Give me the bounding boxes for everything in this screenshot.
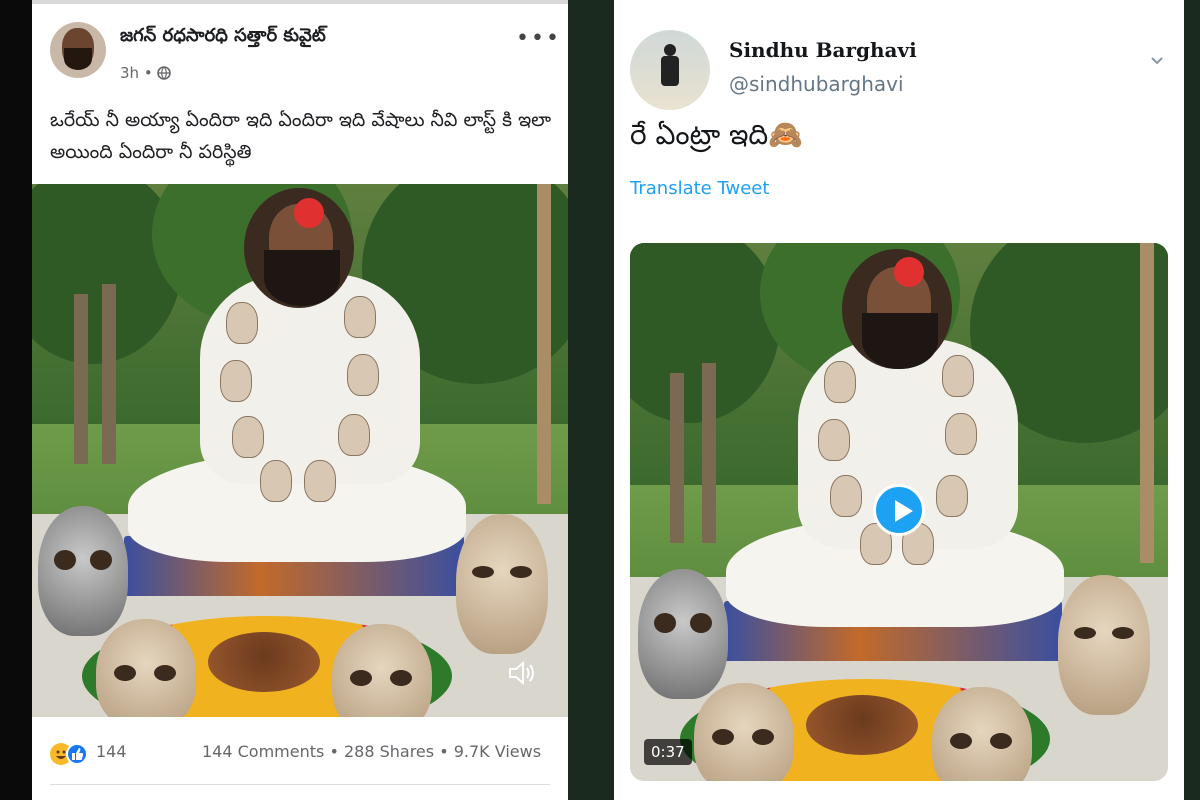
bindi <box>294 198 324 228</box>
shares-count[interactable]: 288 Shares <box>344 742 434 761</box>
tweet-video[interactable]: 0:37 <box>630 243 1168 781</box>
volume-icon[interactable] <box>506 658 536 688</box>
screenshot-gap <box>568 0 614 800</box>
tweet-text-content: రే ఏంట్రా ఇది <box>630 118 769 151</box>
like-icon <box>66 743 88 765</box>
tweet-avatar[interactable] <box>630 30 710 110</box>
video-duration: 0:37 <box>644 739 692 765</box>
play-icon[interactable] <box>873 484 925 536</box>
skull-bottom-left <box>96 619 196 717</box>
tweet-handle[interactable]: @sindhubarghavi <box>729 72 904 96</box>
reactions-count[interactable]: 144 <box>96 742 127 761</box>
post-meta: 3h • <box>120 64 172 82</box>
screenshot-edge <box>1184 0 1200 800</box>
divider <box>50 784 550 785</box>
see-no-evil-monkey-icon: 🙈 <box>768 118 804 151</box>
author-avatar[interactable] <box>50 22 106 78</box>
bindi <box>894 257 924 287</box>
author-name[interactable]: జగన్ రధసారధి సత్తార్ కువైట్ <box>120 25 326 50</box>
globe-icon <box>157 66 172 80</box>
meta-separator: • <box>139 64 158 82</box>
comments-count[interactable]: 144 Comments <box>202 742 324 761</box>
skull-left <box>38 506 128 636</box>
chevron-down-icon[interactable] <box>1150 54 1164 68</box>
views-count: 9.7K Views <box>453 742 542 761</box>
skull-bottom-right <box>932 687 1032 781</box>
stat-separator: • <box>434 742 454 761</box>
skull-right <box>456 514 548 654</box>
diya-lamp <box>806 695 918 755</box>
skull-bottom-left <box>694 683 794 781</box>
post-video[interactable] <box>32 184 568 717</box>
skull-left <box>638 569 728 699</box>
tweet-text: రే ఏంట్రా ఇది🙈 <box>630 118 803 158</box>
tweet: Sindhu Barghavi @sindhubarghavi రే ఏంట్ర… <box>614 0 1184 800</box>
skull-right <box>1058 575 1150 715</box>
diya-lamp <box>208 632 320 692</box>
translate-tweet-link[interactable]: Translate Tweet <box>630 178 769 199</box>
facebook-post: జగన్ రధసారధి సత్తార్ కువైట్ 3h • ••• ఒరే… <box>32 0 568 800</box>
post-stats: 144 144 Comments • 288 Shares • 9.7K Vie… <box>50 741 568 765</box>
stat-separator: • <box>324 742 344 761</box>
more-options-icon[interactable]: ••• <box>516 26 561 51</box>
tweet-display-name[interactable]: Sindhu Barghavi <box>729 38 917 62</box>
post-time[interactable]: 3h <box>120 64 139 82</box>
post-text: ఒరేయ్ నీ అయ్యా ఏందిరా ఇది ఏందిరా ఇది వేష… <box>50 109 552 163</box>
skull-bottom-right <box>332 624 432 717</box>
